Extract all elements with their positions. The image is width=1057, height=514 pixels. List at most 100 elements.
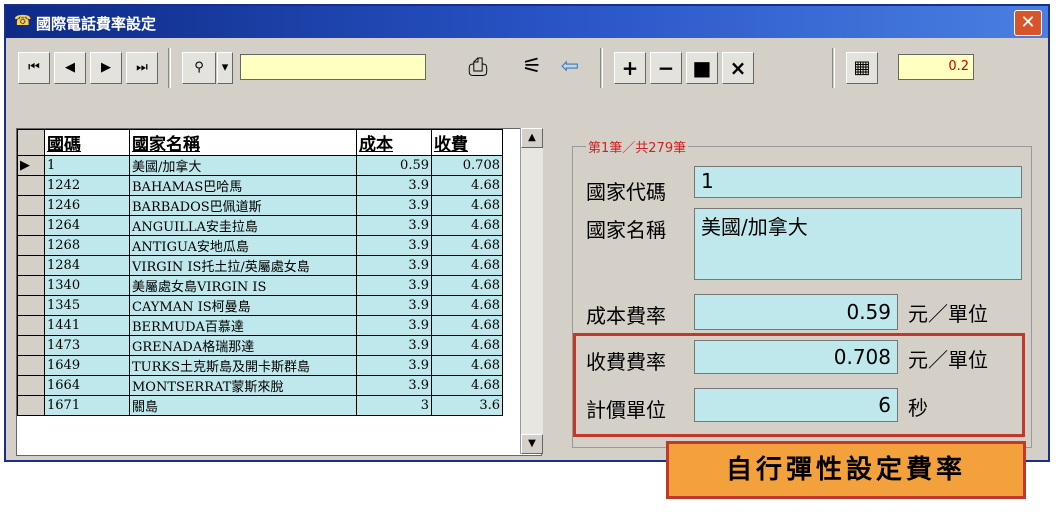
table-row[interactable]: 1268 ANTIGUA安地瓜島 3.9 4.68 xyxy=(17,235,503,256)
scroll-up-icon[interactable]: ▲ xyxy=(521,128,543,148)
table-row[interactable]: 1664 MONTSERRAT蒙斯來脫 3.9 4.68 xyxy=(17,375,503,396)
table-row[interactable]: 1441 BERMUDA百慕達 3.9 4.68 xyxy=(17,315,503,336)
column-header-fee[interactable]: 收費 xyxy=(431,129,503,156)
row-selector[interactable] xyxy=(17,395,45,416)
column-header-name[interactable]: 國家名稱 xyxy=(129,129,357,156)
calculator-icon[interactable]: ▦ xyxy=(846,52,878,84)
cell-fee[interactable]: 4.68 xyxy=(431,375,503,396)
cell-name[interactable]: TURKS土克斯島及開卡斯群島 xyxy=(129,355,357,376)
cell-fee[interactable]: 3.6 xyxy=(431,395,503,416)
cell-cost[interactable]: 3.9 xyxy=(356,195,432,216)
prev-record-button[interactable]: ◀ xyxy=(54,52,86,84)
cell-cost[interactable]: 3.9 xyxy=(356,295,432,316)
row-selector[interactable] xyxy=(17,335,45,356)
first-record-button[interactable]: ⏮ xyxy=(18,52,50,84)
table-row[interactable]: 1284 VIRGIN IS托土拉/英屬處女島 3.9 4.68 xyxy=(17,255,503,276)
table-row[interactable]: 1345 CAYMAN IS柯曼島 3.9 4.68 xyxy=(17,295,503,316)
search-input[interactable] xyxy=(240,54,426,80)
row-selector[interactable] xyxy=(17,295,45,316)
exit-door-icon[interactable]: ⇦ xyxy=(552,52,588,84)
table-row[interactable]: 1340 美屬處女島VIRGIN IS 3.9 4.68 xyxy=(17,275,503,296)
row-selector[interactable] xyxy=(17,215,45,236)
cell-code[interactable]: 1 xyxy=(44,155,130,176)
cell-fee[interactable]: 4.68 xyxy=(431,175,503,196)
cell-code[interactable]: 1664 xyxy=(44,375,130,396)
scroll-down-icon[interactable]: ▼ xyxy=(521,434,543,454)
cell-name[interactable]: BAHAMAS巴哈馬 xyxy=(129,175,357,196)
table-row[interactable]: 1246 BARBADOS巴佩道斯 3.9 4.68 xyxy=(17,195,503,216)
cell-fee[interactable]: 4.68 xyxy=(431,355,503,376)
table-row[interactable]: 1264 ANGUILLA安圭拉島 3.9 4.68 xyxy=(17,215,503,236)
table-row[interactable]: 1242 BAHAMAS巴哈馬 3.9 4.68 xyxy=(17,175,503,196)
cell-cost[interactable]: 3.9 xyxy=(356,315,432,336)
cell-code[interactable]: 1671 xyxy=(44,395,130,416)
row-selector[interactable] xyxy=(17,195,45,216)
cell-fee[interactable]: 4.68 xyxy=(431,215,503,236)
cell-name[interactable]: 關島 xyxy=(129,395,357,416)
printer-icon[interactable]: ⎙ xyxy=(460,52,496,84)
cost-rate-field[interactable]: 0.59 xyxy=(694,294,898,330)
cell-name[interactable]: VIRGIN IS托土拉/英屬處女島 xyxy=(129,255,357,276)
cell-cost[interactable]: 3 xyxy=(356,395,432,416)
row-selector[interactable]: ▶ xyxy=(17,155,45,176)
next-record-button[interactable]: ▶ xyxy=(90,52,122,84)
cell-code[interactable]: 1268 xyxy=(44,235,130,256)
cancel-button[interactable]: × xyxy=(722,52,754,84)
cell-name[interactable]: ANTIGUA安地瓜島 xyxy=(129,235,357,256)
cell-name[interactable]: BARBADOS巴佩道斯 xyxy=(129,195,357,216)
country-code-field[interactable]: 1 xyxy=(694,166,1022,198)
cell-cost[interactable]: 3.9 xyxy=(356,215,432,236)
row-selector[interactable] xyxy=(17,315,45,336)
cell-code[interactable]: 1473 xyxy=(44,335,130,356)
table-row[interactable]: 1649 TURKS土克斯島及開卡斯群島 3.9 4.68 xyxy=(17,355,503,376)
cell-code[interactable]: 1649 xyxy=(44,355,130,376)
cell-fee[interactable]: 4.68 xyxy=(431,315,503,336)
row-selector[interactable] xyxy=(17,275,45,296)
cell-cost[interactable]: 3.9 xyxy=(356,255,432,276)
binoculars-icon[interactable]: ⚲ xyxy=(182,52,216,84)
cell-fee[interactable]: 4.68 xyxy=(431,275,503,296)
add-record-button[interactable]: + xyxy=(614,52,646,84)
column-header-cost[interactable]: 成本 xyxy=(356,129,432,156)
column-header-code[interactable]: 國碼 xyxy=(44,129,130,156)
cell-code[interactable]: 1264 xyxy=(44,215,130,236)
last-record-button[interactable]: ⏭ xyxy=(126,52,158,84)
cell-name[interactable]: GRENADA格瑞那達 xyxy=(129,335,357,356)
row-selector[interactable] xyxy=(17,175,45,196)
cell-code[interactable]: 1345 xyxy=(44,295,130,316)
row-selector[interactable] xyxy=(17,375,45,396)
cell-name[interactable]: 美國/加拿大 xyxy=(129,155,357,176)
table-row[interactable]: 1473 GRENADA格瑞那達 3.9 4.68 xyxy=(17,335,503,356)
save-icon[interactable]: ■ xyxy=(686,52,718,84)
cell-code[interactable]: 1246 xyxy=(44,195,130,216)
cell-cost[interactable]: 3.9 xyxy=(356,175,432,196)
cell-fee[interactable]: 4.68 xyxy=(431,195,503,216)
country-name-field[interactable]: 美國/加拿大 xyxy=(694,208,1022,280)
cell-name[interactable]: ANGUILLA安圭拉島 xyxy=(129,215,357,236)
cell-cost[interactable]: 0.59 xyxy=(356,155,432,176)
table-row[interactable]: 1671 關島 3 3.6 xyxy=(17,395,503,416)
cell-name[interactable]: MONTSERRAT蒙斯來脫 xyxy=(129,375,357,396)
row-selector[interactable] xyxy=(17,355,45,376)
cell-code[interactable]: 1441 xyxy=(44,315,130,336)
cell-fee[interactable]: 4.68 xyxy=(431,335,503,356)
row-selector[interactable] xyxy=(17,235,45,256)
grid-scrollbar[interactable]: ▲ ▼ xyxy=(520,128,543,454)
cell-name[interactable]: CAYMAN IS柯曼島 xyxy=(129,295,357,316)
cell-cost[interactable]: 3.9 xyxy=(356,275,432,296)
cell-code[interactable]: 1284 xyxy=(44,255,130,276)
cell-cost[interactable]: 3.9 xyxy=(356,335,432,356)
cell-fee[interactable]: 4.68 xyxy=(431,255,503,276)
find-dropdown-button[interactable]: ▾ xyxy=(217,52,233,84)
cell-name[interactable]: BERMUDA百慕達 xyxy=(129,315,357,336)
cell-fee[interactable]: 4.68 xyxy=(431,295,503,316)
table-row[interactable]: ▶ 1 美國/加拿大 0.59 0.708 xyxy=(17,155,503,176)
close-button[interactable]: ✕ xyxy=(1014,10,1042,36)
cell-fee[interactable]: 4.68 xyxy=(431,235,503,256)
cell-cost[interactable]: 3.9 xyxy=(356,375,432,396)
cell-name[interactable]: 美屬處女島VIRGIN IS xyxy=(129,275,357,296)
plug-icon[interactable]: ⚟ xyxy=(514,52,550,84)
rate-value-field[interactable]: 0.2 xyxy=(898,54,974,80)
cell-fee[interactable]: 0.708 xyxy=(431,155,503,176)
rate-grid[interactable]: 國碼 國家名稱 成本 收費 ▶ 1 美國/加拿大 0.59 0.708 1242 BAHAM… xyxy=(16,128,542,456)
